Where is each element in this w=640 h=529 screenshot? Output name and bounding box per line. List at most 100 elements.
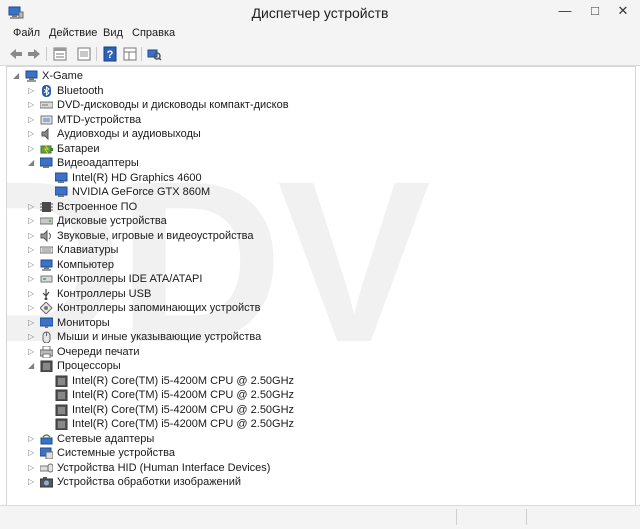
tree-category-node[interactable]: ▷ Мониторы	[7, 316, 627, 330]
expand-arrow-icon[interactable]: ▷	[28, 316, 36, 330]
battery-icon	[40, 144, 53, 154]
tree-device-node[interactable]: Intel(R) Core(TM) i5-4200M CPU @ 2.50GHz	[7, 388, 627, 402]
tree-category-node[interactable]: ◢ Видеоадаптеры	[7, 156, 627, 170]
tree-category-node[interactable]: ▷ Батареи	[7, 142, 627, 156]
speaker-icon	[41, 128, 49, 140]
tree-category-node[interactable]: ▷ Контроллеры IDE ATA/ATAPI	[7, 272, 627, 286]
show-hide-icon[interactable]	[76, 46, 92, 62]
monitor-icon	[40, 317, 53, 328]
tree-category-node[interactable]: ▷ Клавиатуры	[7, 243, 627, 257]
expand-arrow-icon[interactable]: ▷	[28, 330, 36, 344]
processor-icon	[55, 404, 68, 416]
usb-controller-icon	[42, 288, 50, 300]
expand-arrow-icon[interactable]: ▷	[28, 214, 36, 228]
device-view-icon[interactable]	[122, 46, 138, 62]
ide-controller-icon	[40, 275, 53, 283]
computer-icon	[40, 259, 53, 271]
tree-item-label: Сетевые адаптеры	[57, 432, 155, 445]
tree-device-node[interactable]: NVIDIA GeForce GTX 860M	[7, 185, 627, 199]
tree-category-node[interactable]: ▷ Сетевые адаптеры	[7, 432, 627, 446]
bluetooth-icon	[42, 84, 51, 97]
expand-arrow-icon[interactable]: ▷	[28, 113, 36, 127]
device-tree-panel[interactable]: DDV ◢X-Game▷Bluetooth▷DVD-дисководы и ди…	[6, 66, 636, 506]
tree-category-node[interactable]: ▷ Мыши и иные указывающие устройства	[7, 330, 627, 344]
tree-item-label: Клавиатуры	[57, 244, 119, 256]
collapse-arrow-icon[interactable]: ◢	[13, 69, 21, 83]
toolbar: ?	[0, 43, 640, 66]
expand-arrow-icon[interactable]: ▷	[28, 432, 36, 446]
expand-arrow-icon[interactable]: ▷	[28, 345, 36, 359]
tree-device-node[interactable]: Intel(R) Core(TM) i5-4200M CPU @ 2.50GHz	[7, 403, 627, 417]
tree-item-label: Системные устройства	[57, 447, 176, 459]
tree-category-node[interactable]: ▷ DVD-дисководы и дисководы компакт-диско…	[7, 98, 627, 112]
close-button[interactable]: ✕	[608, 0, 638, 22]
keyboard-icon	[40, 246, 53, 254]
tree-category-node[interactable]: ▷ Контроллеры запоминающих устройств	[7, 301, 627, 315]
collapse-arrow-icon[interactable]: ◢	[28, 359, 36, 373]
menu-help[interactable]: Справка	[132, 27, 175, 39]
tree-item-label: Аудиовходы и аудиовыходы	[57, 128, 201, 140]
toolbar-separator	[46, 47, 47, 61]
expand-arrow-icon[interactable]: ▷	[28, 258, 36, 272]
expand-arrow-icon[interactable]: ▷	[28, 229, 36, 243]
tree-item-label: Bluetooth	[57, 84, 104, 97]
tree-category-node[interactable]: ▷ Системные устройства	[7, 446, 627, 460]
expand-arrow-icon[interactable]: ▷	[28, 200, 36, 214]
tree-item-label: Intel(R) Core(TM) i5-4200M CPU @ 2.50GHz	[72, 389, 295, 401]
expand-arrow-icon[interactable]: ▷	[28, 243, 36, 257]
mtd-device-icon	[40, 115, 53, 124]
tree-item-label: NVIDIA GeForce GTX 860M	[72, 186, 211, 198]
expand-arrow-icon[interactable]: ▷	[28, 127, 36, 141]
sound-icon	[40, 229, 51, 242]
tree-category-node[interactable]: ▷ Контроллеры USB	[7, 287, 627, 301]
menu-action[interactable]: Действие	[49, 27, 97, 39]
firmware-icon	[40, 201, 53, 212]
toolbar-separator	[141, 47, 142, 61]
tree-category-node[interactable]: ◢ Процессоры	[7, 359, 627, 373]
tree-category-node[interactable]: ▷ Встроенное ПО	[7, 200, 627, 214]
tree-category-node[interactable]: ▷ Очереди печати	[7, 345, 627, 359]
tree-root-node[interactable]: ◢ X-Game	[7, 69, 627, 83]
menu-file[interactable]: Файл	[13, 27, 40, 39]
tree-category-node[interactable]: ▷ Устройства HID (Human Interface Devices…	[7, 461, 627, 475]
tree-category-node[interactable]: ▷ Bluetooth	[7, 84, 627, 98]
help-icon[interactable]: ?	[102, 46, 118, 62]
tree-device-node[interactable]: Intel(R) Core(TM) i5-4200M CPU @ 2.50GHz	[7, 374, 627, 388]
tree-item-label: DVD-дисководы и дисководы компакт-дисков	[57, 99, 289, 111]
tree-category-node[interactable]: ▷ MTD-устройства	[7, 113, 627, 127]
tree-category-node[interactable]: ▷ Звуковые, игровые и видеоустройства	[7, 229, 627, 243]
forward-arrow-icon[interactable]	[26, 46, 42, 62]
status-pane	[526, 509, 639, 525]
tree-item-label: Контроллеры запоминающих устройств	[57, 302, 261, 314]
expand-arrow-icon[interactable]: ▷	[28, 272, 36, 286]
expand-arrow-icon[interactable]: ▷	[28, 301, 36, 315]
back-arrow-icon[interactable]	[8, 46, 24, 62]
scan-hardware-icon[interactable]	[146, 46, 162, 62]
tree-category-node[interactable]: ▷ Компьютер	[7, 258, 627, 272]
imaging-device-icon	[40, 477, 53, 488]
tree-item-label: Батареи	[57, 142, 100, 155]
expand-arrow-icon[interactable]: ▷	[28, 475, 36, 489]
tree-device-node[interactable]: Intel(R) Core(TM) i5-4200M CPU @ 2.50GHz	[7, 417, 627, 431]
tree-category-node[interactable]: ▷ Аудиовходы и аудиовыходы	[7, 127, 627, 141]
tree-device-node[interactable]: Intel(R) HD Graphics 4600	[7, 171, 627, 185]
tree-category-node[interactable]: ▷ Дисковые устройства	[7, 214, 627, 228]
menu-view[interactable]: Вид	[103, 27, 123, 39]
expand-arrow-icon[interactable]: ▷	[28, 446, 36, 460]
collapse-arrow-icon[interactable]: ◢	[28, 156, 36, 170]
tree-category-node[interactable]: ▷ Устройства обработки изображений	[7, 475, 627, 489]
expand-arrow-icon[interactable]: ▷	[28, 142, 36, 156]
maximize-button[interactable]: □	[580, 0, 610, 22]
processor-icon	[40, 360, 53, 372]
status-bar	[0, 505, 640, 529]
computer-icon	[25, 70, 38, 82]
expand-arrow-icon[interactable]: ▷	[28, 287, 36, 301]
hid-icon	[40, 463, 53, 472]
minimize-button[interactable]: —	[550, 0, 580, 22]
disk-drive-icon	[40, 217, 53, 225]
expand-arrow-icon[interactable]: ▷	[28, 98, 36, 112]
expand-arrow-icon[interactable]: ▷	[28, 461, 36, 475]
expand-arrow-icon[interactable]: ▷	[28, 84, 36, 98]
properties-icon[interactable]	[52, 46, 68, 62]
tree-item-label: Intel(R) Core(TM) i5-4200M CPU @ 2.50GHz	[72, 418, 295, 430]
